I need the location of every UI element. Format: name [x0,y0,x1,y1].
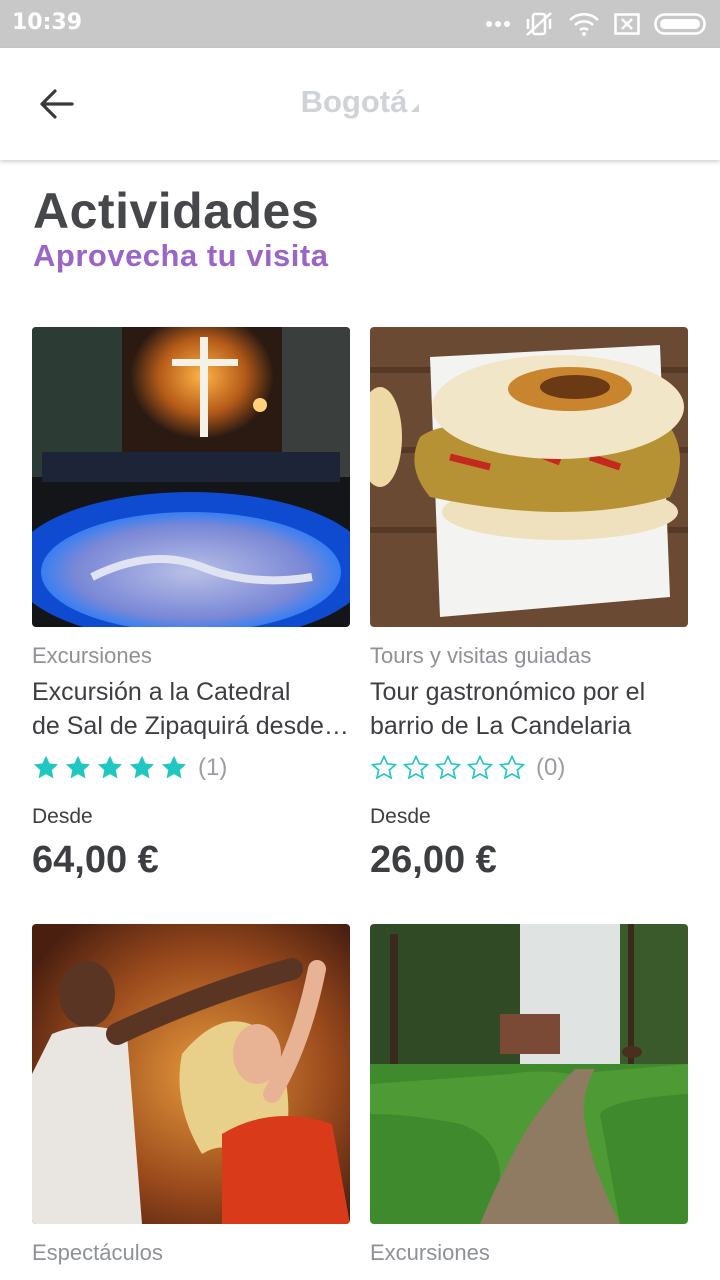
sim-off-icon [614,13,640,35]
price: 64,00 € [32,839,159,881]
vibrate-off-icon [526,12,552,36]
stars [32,754,188,782]
star-outline-icon [434,754,462,780]
activity-title[interactable]: Tour gastronómico por el barrio de La Ca… [370,675,688,743]
caret-icon [411,104,420,112]
star-outline-icon [370,754,398,780]
page-subtitle: Aprovecha tu visita [33,238,329,273]
star-filled-icon [129,755,155,779]
activity-card[interactable]: Excursiones [370,924,688,1266]
wifi-icon [569,13,599,36]
status-bar: 10:39 [0,0,720,48]
activity-image-countryside-path[interactable] [370,924,688,1224]
rating: (0) [370,751,688,785]
stars [370,754,526,782]
status-time: 10:39 [12,10,83,35]
activity-category: Tours y visitas guiadas [370,643,592,668]
city-selector[interactable]: Bogotá [0,84,720,120]
price: 26,00 € [370,839,497,881]
activity-card[interactable]: Tours y visitas guiadas Tour gastronómic… [370,327,688,882]
star-filled-icon [97,755,123,779]
review-count: (1) [198,754,228,781]
activity-image-salt-cathedral[interactable] [32,327,350,627]
rating: (1) [32,751,350,785]
city-title: Bogotá [300,84,408,119]
more-dots-icon [486,21,510,27]
app-bar: Bogotá [0,48,720,160]
status-icons [486,10,708,38]
activity-category: Espectáculos [32,1240,163,1265]
star-outline-icon [402,754,430,780]
activity-title[interactable]: Excursión a la Catedral de Sal de Zipaqu… [32,675,350,743]
activity-image-arepa[interactable] [370,327,688,627]
activity-category: Excursiones [370,1240,490,1265]
activity-card[interactable]: Espectáculos [32,924,350,1266]
activity-card[interactable]: Excursiones Excursión a la Catedral de S… [32,327,350,882]
activity-image-dancers[interactable] [32,924,350,1224]
star-outline-icon [498,754,526,780]
star-outline-icon [466,754,494,780]
page-title: Actividades [33,183,320,239]
star-filled-icon [161,755,187,779]
star-filled-icon [65,755,91,779]
activity-category: Excursiones [32,643,152,668]
price-from-label: Desde [32,805,93,828]
price-from-label: Desde [370,805,431,828]
battery-icon [654,13,706,35]
review-count: (0) [536,754,566,781]
star-filled-icon [33,755,59,779]
